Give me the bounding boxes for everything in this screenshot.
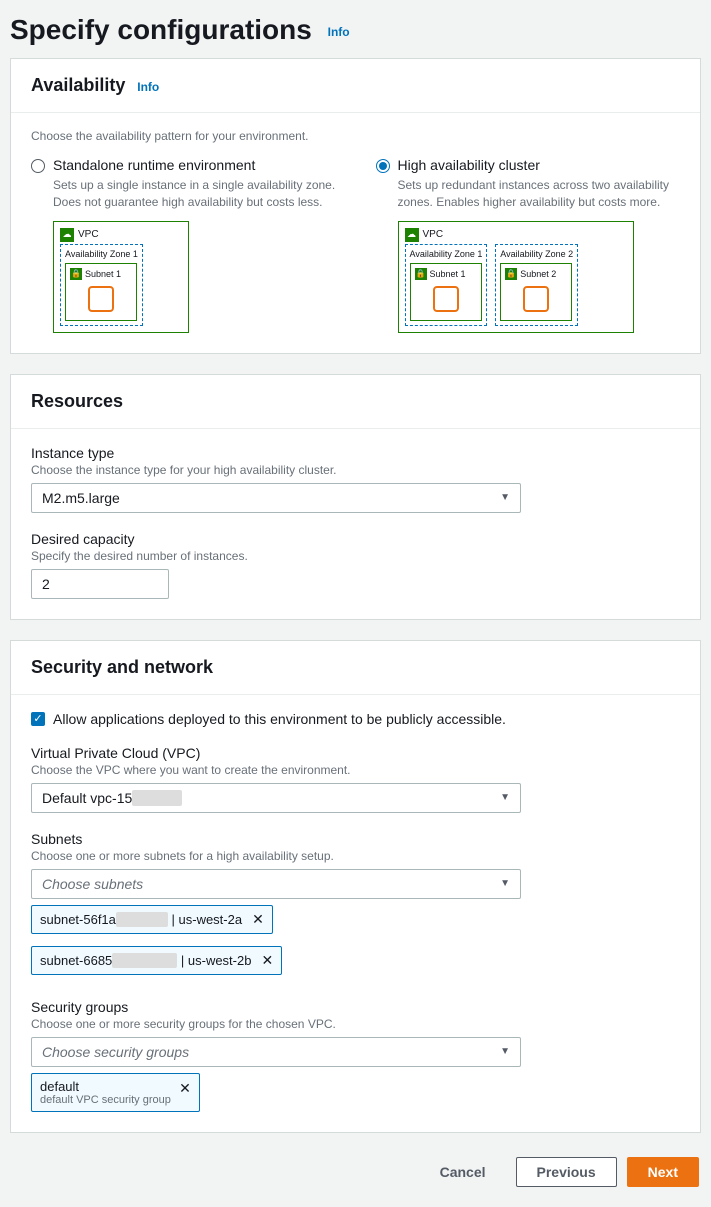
vpc-label: Virtual Private Cloud (VPC): [31, 745, 680, 761]
security-groups-select[interactable]: Choose security groups ▼: [31, 1037, 521, 1067]
public-access-checkbox-row[interactable]: ✓ Allow applications deployed to this en…: [31, 711, 680, 727]
previous-button[interactable]: Previous: [516, 1157, 617, 1187]
radio-ha[interactable]: [376, 159, 390, 173]
subnets-placeholder: Choose subnets: [42, 876, 143, 892]
page-title: Specify configurations Info: [10, 14, 701, 46]
radio-standalone-desc: Sets up a single instance in a single av…: [53, 177, 336, 211]
vpc-value: Default vpc-15xxxxxx: [42, 790, 182, 806]
cancel-button[interactable]: Cancel: [420, 1157, 506, 1187]
instance-icon: [523, 286, 549, 312]
security-title: Security and network: [31, 657, 213, 677]
subnet-token: subnet-56f1axxxxxxxx | us-west-2a ✕: [31, 905, 273, 934]
radio-ha-desc: Sets up redundant instances across two a…: [398, 177, 681, 211]
subnet-token: subnet-6685xxxxxxxxxx | us-west-2b ✕: [31, 946, 282, 975]
wizard-footer: Cancel Previous Next: [10, 1153, 701, 1197]
chevron-down-icon: ▼: [500, 878, 510, 889]
instance-type-label: Instance type: [31, 445, 680, 461]
instance-icon: [433, 286, 459, 312]
availability-hint: Choose the availability pattern for your…: [31, 129, 680, 143]
radio-standalone-label: Standalone runtime environment: [53, 157, 255, 173]
instance-icon: [88, 286, 114, 312]
security-panel: Security and network ✓ Allow application…: [10, 640, 701, 1133]
subnets-hint: Choose one or more subnets for a high av…: [31, 849, 680, 863]
radio-option-standalone[interactable]: Standalone runtime environment Sets up a…: [31, 157, 336, 333]
chevron-down-icon: ▼: [500, 1046, 510, 1057]
instance-type-hint: Choose the instance type for your high a…: [31, 463, 680, 477]
chevron-down-icon: ▼: [500, 492, 510, 503]
security-groups-label: Security groups: [31, 999, 680, 1015]
vpc-hint: Choose the VPC where you want to create …: [31, 763, 680, 777]
resources-title: Resources: [31, 391, 123, 411]
page-title-text: Specify configurations: [10, 14, 312, 45]
radio-standalone[interactable]: [31, 159, 45, 173]
security-group-token: default default VPC security group ✕: [31, 1073, 200, 1112]
subnets-select[interactable]: Choose subnets ▼: [31, 869, 521, 899]
close-icon[interactable]: ✕: [179, 1080, 191, 1097]
desired-capacity-input[interactable]: 2: [31, 569, 169, 599]
subnets-label: Subnets: [31, 831, 680, 847]
diagram-standalone: ☁VPC Availability Zone 1 🔒Subnet 1: [53, 221, 336, 333]
security-groups-hint: Choose one or more security groups for t…: [31, 1017, 680, 1031]
close-icon[interactable]: ✕: [252, 911, 264, 928]
instance-type-select[interactable]: M2.m5.large ▼: [31, 483, 521, 513]
cloud-icon: ☁: [405, 228, 419, 242]
diagram-ha: ☁VPC Availability Zone 1 🔒Subnet 1 Avail…: [398, 221, 681, 333]
page-info-link[interactable]: Info: [328, 25, 350, 39]
availability-panel: Availability Info Choose the availabilit…: [10, 58, 701, 354]
next-button[interactable]: Next: [627, 1157, 699, 1187]
radio-option-ha[interactable]: High availability cluster Sets up redund…: [376, 157, 681, 333]
chevron-down-icon: ▼: [500, 792, 510, 803]
availability-title: Availability: [31, 75, 125, 95]
lock-icon: 🔒: [70, 268, 82, 280]
availability-info-link[interactable]: Info: [137, 80, 159, 94]
instance-type-value: M2.m5.large: [42, 490, 120, 506]
desired-capacity-hint: Specify the desired number of instances.: [31, 549, 680, 563]
security-groups-placeholder: Choose security groups: [42, 1044, 189, 1060]
lock-icon: 🔒: [415, 268, 427, 280]
public-access-label: Allow applications deployed to this envi…: [53, 711, 506, 727]
lock-icon: 🔒: [505, 268, 517, 280]
radio-ha-label: High availability cluster: [398, 157, 540, 173]
close-icon[interactable]: ✕: [261, 952, 273, 969]
vpc-select[interactable]: Default vpc-15xxxxxx ▼: [31, 783, 521, 813]
public-access-checkbox[interactable]: ✓: [31, 712, 45, 726]
cloud-icon: ☁: [60, 228, 74, 242]
desired-capacity-label: Desired capacity: [31, 531, 680, 547]
resources-panel: Resources Instance type Choose the insta…: [10, 374, 701, 620]
availability-header: Availability Info: [11, 59, 700, 113]
